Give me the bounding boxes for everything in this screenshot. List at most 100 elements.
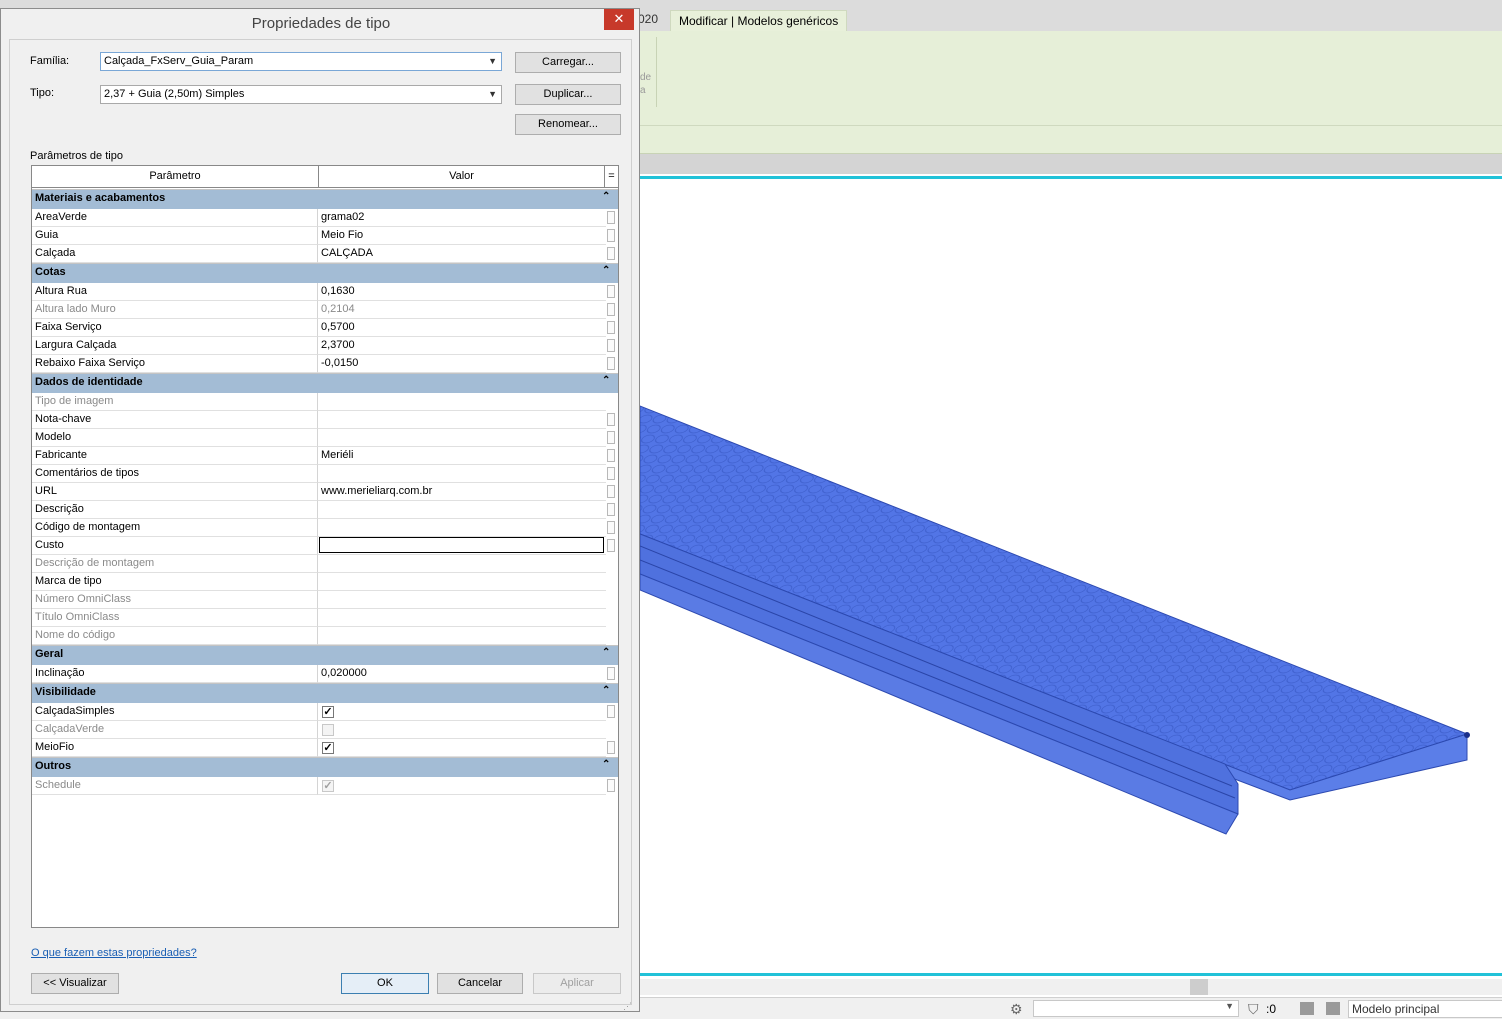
parameter-row[interactable]: Fabricante Meriéli — [32, 447, 618, 465]
parameter-row[interactable]: Custo — [32, 537, 618, 555]
parameter-value[interactable]: ✓ — [318, 739, 606, 757]
worksets-icon[interactable]: ⚙ — [1010, 1001, 1023, 1018]
load-button[interactable]: Carregar... — [515, 52, 621, 73]
associate-parameter-button[interactable] — [607, 449, 615, 462]
scrollbar-thumb[interactable] — [1190, 979, 1208, 995]
parameter-row[interactable]: AreaVerde grama02 — [32, 209, 618, 227]
associate-parameter-button[interactable] — [607, 467, 615, 480]
ribbon-tab-partial[interactable]: 020 — [638, 12, 658, 26]
associate-parameter-button[interactable] — [607, 247, 615, 260]
parameter-value[interactable]: Meriéli — [318, 447, 606, 465]
associate-parameter-button[interactable] — [607, 539, 615, 552]
parameter-value[interactable]: ✓ — [318, 703, 606, 721]
parameter-value[interactable] — [318, 519, 606, 537]
parameter-row[interactable]: Comentários de tipos — [32, 465, 618, 483]
column-header-formula[interactable]: = — [605, 166, 618, 187]
collapse-icon[interactable]: ⌃ — [602, 265, 610, 276]
parameter-value[interactable]: www.merieliarq.com.br — [318, 483, 606, 501]
parameter-checkbox[interactable]: ✓ — [322, 706, 334, 718]
collapse-icon[interactable]: ⌃ — [602, 685, 610, 696]
category-row[interactable]: Geral ⌃ — [32, 645, 618, 665]
horizontal-scrollbar[interactable] — [640, 979, 1502, 995]
parameter-value[interactable]: 0,020000 — [318, 665, 606, 683]
associate-parameter-button[interactable] — [607, 413, 615, 426]
family-select[interactable]: Calçada_FxServ_Guia_Param ▼ — [100, 52, 502, 71]
duplicate-button[interactable]: Duplicar... — [515, 84, 621, 105]
column-header-value[interactable]: Valor — [319, 166, 605, 187]
parameter-row[interactable]: Descrição — [32, 501, 618, 519]
parameter-value[interactable]: Meio Fio — [318, 227, 606, 245]
parameter-value[interactable]: 0,1630 — [318, 283, 606, 301]
associate-parameter-button[interactable] — [607, 779, 615, 792]
associate-parameter-button[interactable] — [607, 521, 615, 534]
parameter-value[interactable]: grama02 — [318, 209, 606, 227]
workset-selector[interactable]: ▼ — [1033, 1000, 1239, 1017]
category-row[interactable]: Visibilidade ⌃ — [32, 683, 618, 703]
collapse-icon[interactable]: ⌃ — [602, 375, 610, 386]
associate-parameter-button[interactable] — [607, 303, 615, 316]
associate-parameter-button[interactable] — [607, 321, 615, 334]
apply-button[interactable]: Aplicar — [533, 973, 621, 994]
parameter-value[interactable] — [318, 411, 606, 429]
ok-button[interactable]: OK — [341, 973, 429, 994]
resize-grip-icon[interactable]: ⋰ — [623, 1001, 632, 1012]
associate-parameter-button[interactable] — [607, 211, 615, 224]
ribbon-tab-modify-generic-models[interactable]: Modificar | Modelos genéricos — [670, 10, 848, 32]
parameter-row[interactable]: Guia Meio Fio — [32, 227, 618, 245]
parameter-value[interactable] — [318, 501, 606, 519]
parameter-row[interactable]: Inclinação 0,020000 — [32, 665, 618, 683]
associate-parameter-button[interactable] — [607, 339, 615, 352]
parameter-row[interactable]: CalçadaSimples ✓ — [32, 703, 618, 721]
parameter-row[interactable]: Código de montagem — [32, 519, 618, 537]
collapse-icon[interactable]: ⌃ — [602, 647, 610, 658]
parameter-value[interactable] — [318, 429, 606, 447]
associate-parameter-button[interactable] — [607, 431, 615, 444]
sidewalk-model[interactable] — [640, 174, 1502, 974]
3d-viewport[interactable] — [640, 174, 1502, 996]
dialog-titlebar[interactable]: Propriedades de tipo ✕ — [1, 9, 639, 39]
associate-parameter-button[interactable] — [607, 705, 615, 718]
model-endpoint[interactable] — [1464, 732, 1470, 738]
associate-parameter-button[interactable] — [607, 357, 615, 370]
associate-parameter-button[interactable] — [607, 667, 615, 680]
parameter-value[interactable]: CALÇADA — [318, 245, 606, 263]
parameter-row[interactable]: Marca de tipo — [32, 573, 618, 591]
parameter-row[interactable]: Largura Calçada 2,3700 — [32, 337, 618, 355]
parameter-checkbox[interactable]: ✓ — [322, 742, 334, 754]
parameter-value[interactable] — [318, 465, 606, 483]
parameter-row[interactable]: Rebaixo Faixa Serviço -0,0150 — [32, 355, 618, 373]
rename-button[interactable]: Renomear... — [515, 114, 621, 135]
parameter-row[interactable]: Modelo — [32, 429, 618, 447]
type-select[interactable]: 2,37 + Guia (2,50m) Simples ▼ — [100, 85, 502, 104]
associate-parameter-button[interactable] — [607, 741, 615, 754]
category-row[interactable]: Cotas ⌃ — [32, 263, 618, 283]
help-link[interactable]: O que fazem estas propriedades? — [31, 947, 197, 959]
design-options-icon[interactable] — [1300, 1002, 1314, 1015]
cancel-button[interactable]: Cancelar — [437, 973, 523, 994]
category-row[interactable]: Dados de identidade ⌃ — [32, 373, 618, 393]
category-row[interactable]: Outros ⌃ — [32, 757, 618, 777]
parameter-value[interactable] — [318, 537, 606, 555]
close-button[interactable]: ✕ — [604, 9, 634, 30]
parameter-value[interactable]: 2,3700 — [318, 337, 606, 355]
associate-parameter-button[interactable] — [607, 229, 615, 242]
filter-icon[interactable]: ⛉ — [1248, 1001, 1259, 1018]
parameter-row[interactable]: MeioFio ✓ — [32, 739, 618, 757]
associate-parameter-button[interactable] — [607, 503, 615, 516]
parameter-row[interactable]: Calçada CALÇADA — [32, 245, 618, 263]
parameter-row[interactable]: URL www.merieliarq.com.br — [32, 483, 618, 501]
collapse-icon[interactable]: ⌃ — [602, 191, 610, 202]
parameter-value[interactable] — [318, 573, 606, 591]
editable-only-icon[interactable] — [1326, 1002, 1340, 1015]
preview-button[interactable]: << Visualizar — [31, 973, 119, 994]
associate-parameter-button[interactable] — [607, 485, 615, 498]
collapse-icon[interactable]: ⌃ — [602, 759, 610, 770]
parameter-row[interactable]: Altura Rua 0,1630 — [32, 283, 618, 301]
parameter-row[interactable]: Faixa Serviço 0,5700 — [32, 319, 618, 337]
column-header-parameter[interactable]: Parâmetro — [32, 166, 319, 187]
associate-parameter-button[interactable] — [607, 285, 615, 298]
parameter-value[interactable]: 0,5700 — [318, 319, 606, 337]
parameter-edit-field[interactable] — [319, 537, 604, 553]
category-row[interactable]: Materiais e acabamentos ⌃ — [32, 189, 618, 209]
main-model-field[interactable]: Modelo principal — [1348, 1000, 1502, 1018]
